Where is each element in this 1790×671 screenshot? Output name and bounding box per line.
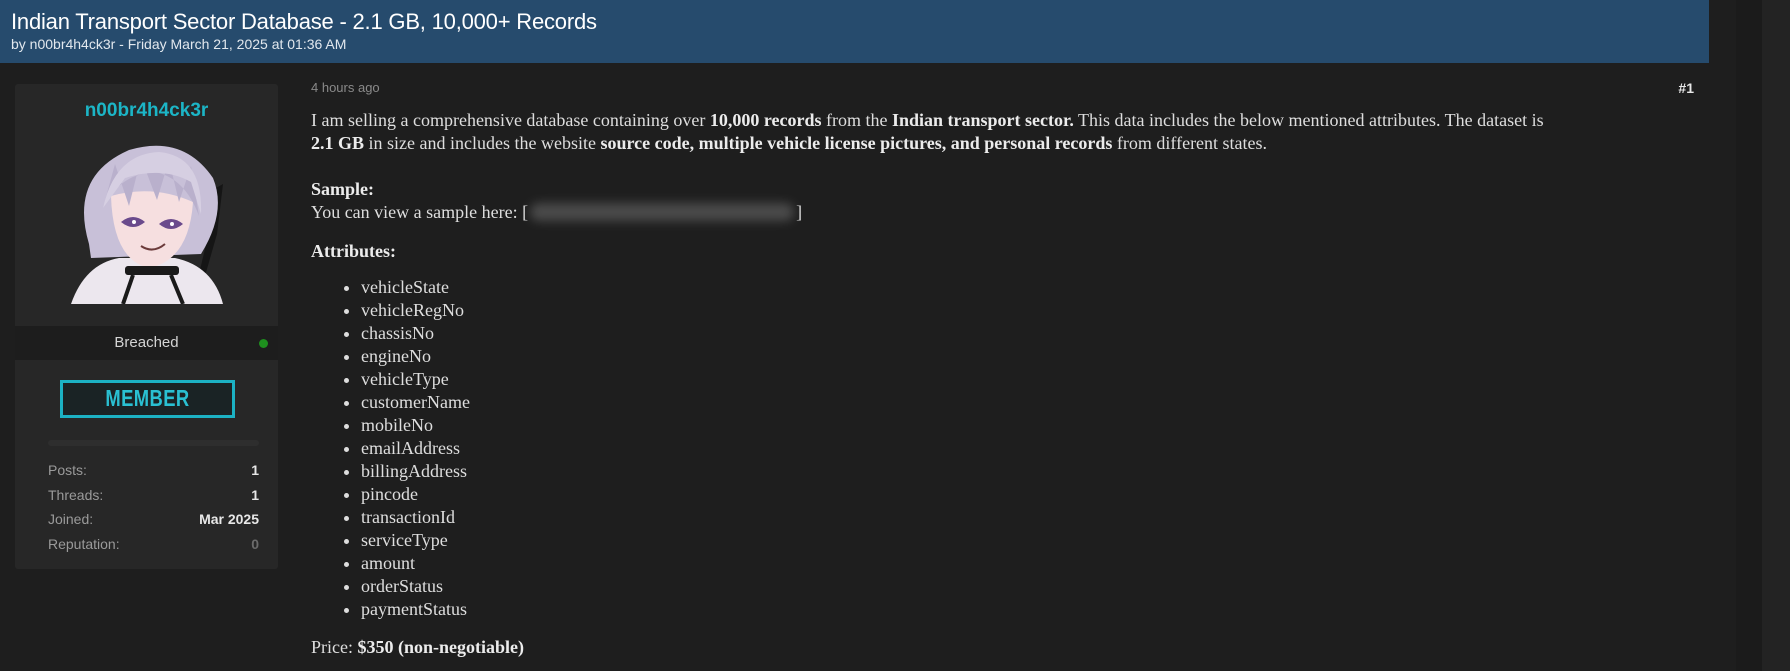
price-line: Price: $350 (non-negotiable) xyxy=(311,636,1691,659)
sample-text: You can view a sample here: [ xyxy=(311,202,529,222)
anime-avatar-icon[interactable] xyxy=(63,136,231,305)
list-item: pincode xyxy=(361,483,1691,506)
list-item: engineNo xyxy=(361,345,1691,368)
list-item: amount xyxy=(361,552,1691,575)
stat-posts: Posts: 1 xyxy=(48,458,259,483)
user-rank: Breached xyxy=(114,334,179,351)
list-item: vehicleType xyxy=(361,368,1691,391)
intro-text: I am selling a comprehensive database co… xyxy=(311,110,710,130)
intro-text: in size and includes the website xyxy=(364,133,601,153)
post-intro: I am selling a comprehensive database co… xyxy=(311,109,1691,155)
list-item: vehicleRegNo xyxy=(361,299,1691,322)
list-item: serviceType xyxy=(361,529,1691,552)
scrollbar-thumb[interactable] xyxy=(1736,0,1762,671)
attributes-list: vehicleState vehicleRegNo chassisNo engi… xyxy=(311,276,1691,621)
stat-threads: Threads: 1 xyxy=(48,483,259,508)
stat-value: Mar 2025 xyxy=(199,511,259,527)
online-status-icon xyxy=(259,339,268,348)
page: Indian Transport Sector Database - 2.1 G… xyxy=(0,0,1709,671)
scrollbar[interactable] xyxy=(1736,0,1790,671)
list-item: orderStatus xyxy=(361,575,1691,598)
thread-meta: by n00br4h4ck3r - Friday March 21, 2025 … xyxy=(11,36,347,52)
intro-text: from different states. xyxy=(1112,133,1268,153)
list-item: vehicleState xyxy=(361,276,1691,299)
reputation-divider xyxy=(48,440,259,446)
price-label: Price: xyxy=(311,637,358,657)
list-item: billingAddress xyxy=(361,460,1691,483)
stat-value: 1 xyxy=(251,462,259,478)
member-badge-label: MEMBER xyxy=(105,385,190,411)
user-panel: n00br4h4ck3r Breached MEMBER Posts: 1 Th… xyxy=(15,84,278,569)
sample-close: ] xyxy=(796,202,803,222)
sample-section: Sample: You can view a sample here: [] xyxy=(311,178,1691,224)
stat-label: Joined: xyxy=(48,511,94,527)
stat-label: Reputation: xyxy=(48,535,120,552)
stat-joined: Joined: Mar 2025 xyxy=(48,507,259,532)
stat-reputation: Reputation: 0 xyxy=(48,532,259,557)
rank-bar: Breached xyxy=(15,326,278,360)
list-item: paymentStatus xyxy=(361,598,1691,621)
post-timestamp: 4 hours ago xyxy=(311,80,380,95)
attributes-heading-wrap: Attributes: xyxy=(311,240,1691,263)
list-item: transactionId xyxy=(361,506,1691,529)
intro-bold: 2.1 GB xyxy=(311,133,365,153)
username-link[interactable]: n00br4h4ck3r xyxy=(15,100,278,122)
list-item: chassisNo xyxy=(361,322,1691,345)
attributes-heading: Attributes: xyxy=(311,241,396,261)
list-item: customerName xyxy=(361,391,1691,414)
user-stats: Posts: 1 Threads: 1 Joined: Mar 2025 Rep… xyxy=(48,458,259,556)
sample-link[interactable] xyxy=(530,203,795,221)
thread-title: Indian Transport Sector Database - 2.1 G… xyxy=(11,9,597,34)
post-body: I am selling a comprehensive database co… xyxy=(311,109,1691,659)
stat-value[interactable]: 0 xyxy=(251,536,259,552)
intro-bold: 10,000 records xyxy=(709,110,822,130)
intro-text: This data includes the below mentioned a… xyxy=(1073,110,1544,130)
thread-header: Indian Transport Sector Database - 2.1 G… xyxy=(0,0,1709,63)
post-number-link[interactable]: #1 xyxy=(1678,80,1694,96)
sample-heading: Sample: xyxy=(311,179,374,199)
list-item: mobileNo xyxy=(361,414,1691,437)
list-item: emailAddress xyxy=(361,437,1691,460)
intro-bold: source code, multiple vehicle license pi… xyxy=(600,133,1113,153)
stat-label: Threads: xyxy=(48,486,104,503)
stat-label: Posts: xyxy=(48,462,87,478)
stat-value: 1 xyxy=(251,486,259,503)
intro-text: from the xyxy=(821,110,892,130)
member-badge: MEMBER xyxy=(60,380,235,418)
price-value: $350 (non-negotiable) xyxy=(357,637,525,657)
intro-bold: Indian transport sector. xyxy=(892,110,1074,130)
